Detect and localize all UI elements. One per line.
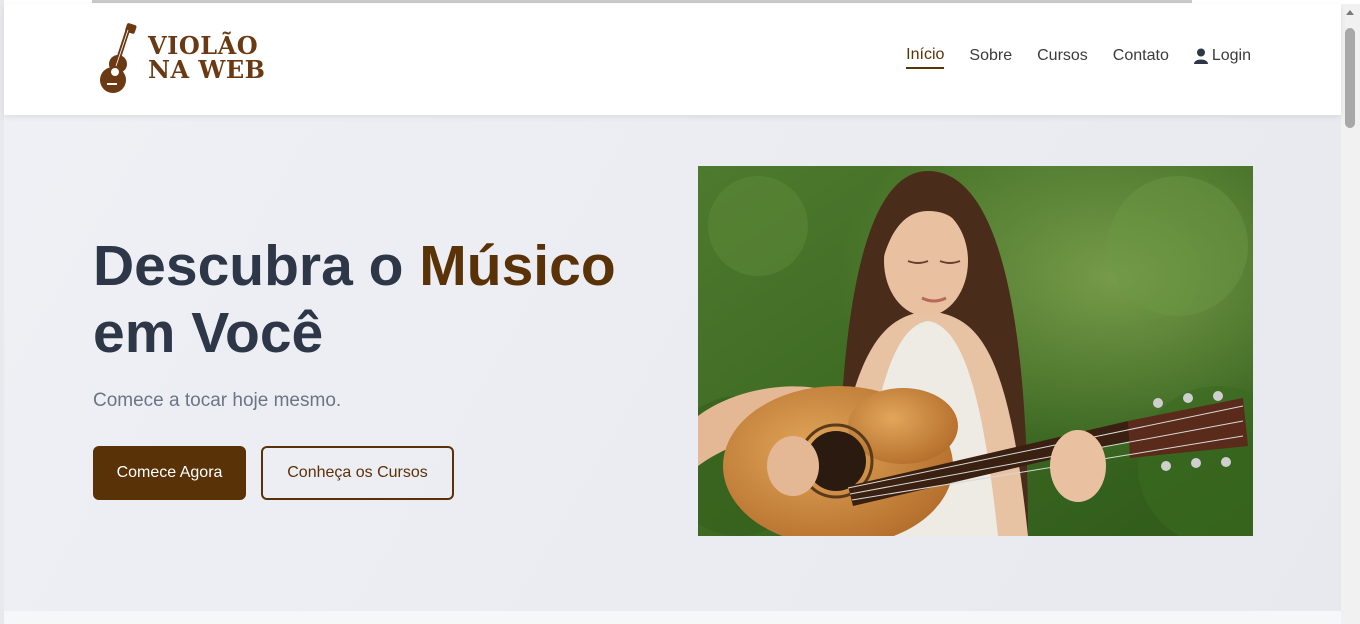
hero-subtitle: Comece a tocar hoje mesmo.: [93, 390, 342, 411]
main-nav: Início Sobre Cursos Contato Login: [881, 46, 1251, 69]
guitar-logo-icon: [100, 23, 137, 93]
scroll-up-arrow-icon[interactable]: [1346, 10, 1354, 15]
hero-title-part1: Descubra o: [93, 234, 420, 298]
next-section: [4, 611, 1341, 624]
nav-item-login[interactable]: Login: [1193, 47, 1251, 68]
nav-item-sobre[interactable]: Sobre: [969, 47, 1012, 68]
user-icon: [1193, 48, 1208, 64]
hero-section: Descubra o Músico em Você Comece a tocar…: [4, 115, 1341, 611]
logo-line-2: NA WEB: [148, 55, 266, 84]
logo-text: VIOLÃO NA WEB: [148, 34, 265, 82]
hero-title-accent: Músico: [419, 234, 616, 298]
window-top-edge: [92, 0, 1192, 3]
nav-item-contato[interactable]: Contato: [1113, 47, 1169, 68]
navbar: VIOLÃO NA WEB Início Sobre Cursos Contat…: [4, 4, 1341, 115]
logo[interactable]: VIOLÃO NA WEB: [96, 22, 265, 94]
hero-image: [698, 166, 1253, 536]
hero-title: Descubra o Músico em Você: [93, 233, 653, 367]
view-courses-button[interactable]: Conheça os Cursos: [261, 446, 454, 500]
nav-item-inicio[interactable]: Início: [906, 46, 945, 69]
hero-title-part2: em Você: [93, 301, 324, 365]
nav-item-cursos[interactable]: Cursos: [1037, 47, 1088, 68]
login-label: Login: [1211, 47, 1251, 64]
scrollbar[interactable]: [1341, 4, 1360, 624]
start-now-button[interactable]: Comece Agora: [93, 446, 246, 500]
scroll-thumb[interactable]: [1345, 28, 1355, 128]
